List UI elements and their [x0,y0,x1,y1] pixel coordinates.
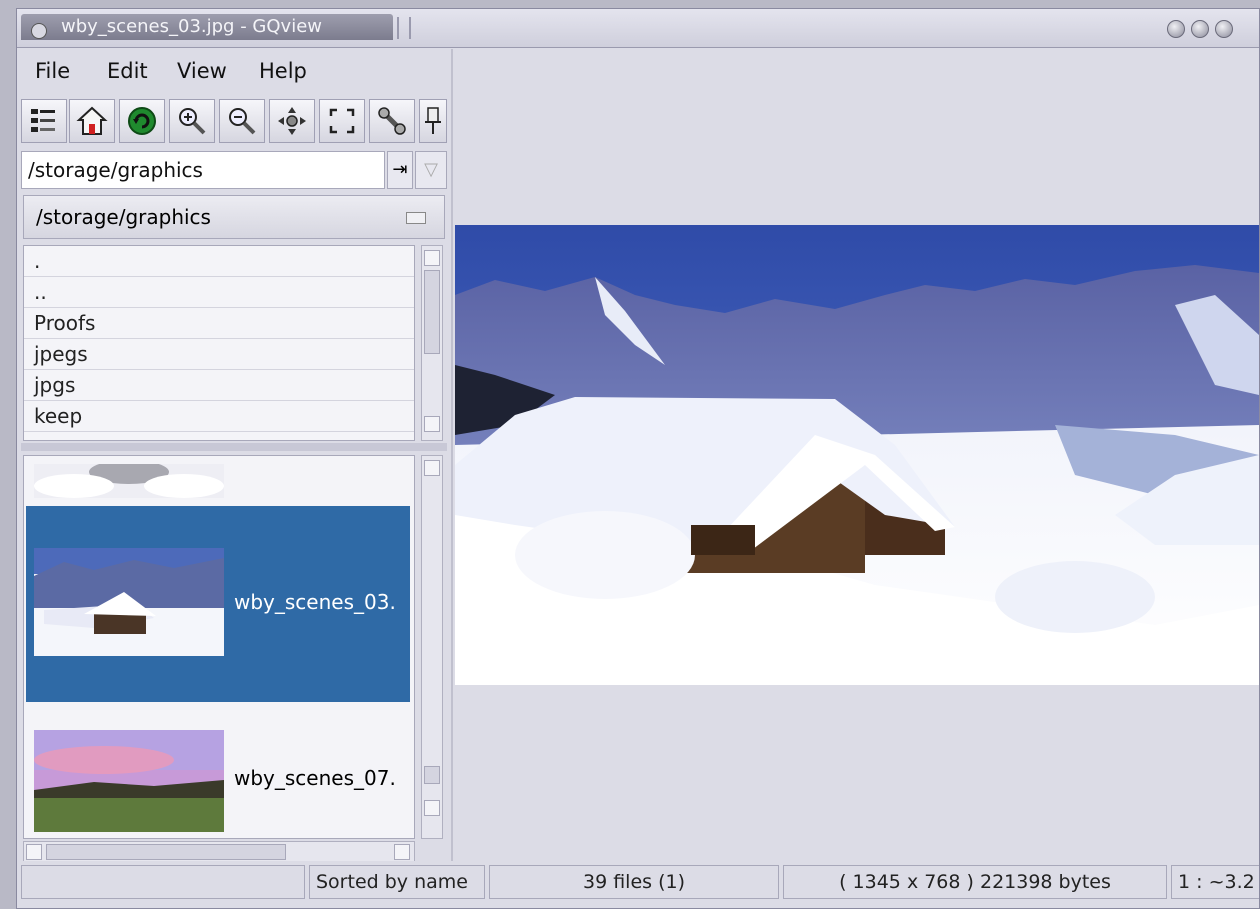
path-go-button[interactable]: ⇥ [387,151,413,189]
horizontal-scrollbar[interactable] [23,841,415,863]
menu-edit[interactable]: Edit [107,59,148,83]
toolbar [21,97,447,147]
thumbnail-image [34,464,224,498]
path-history-dropdown[interactable]: ▽ [415,151,447,189]
dir-list-scrollbar[interactable] [421,245,443,441]
app-window: wby_scenes_03.jpg - GQview File Edit Vie… [16,8,1260,909]
list-item[interactable]: .. [24,277,414,308]
list-item[interactable]: . [24,246,414,277]
list-item[interactable]: jpegs [24,339,414,370]
status-count: 39 files (1) [489,865,779,899]
thumbnail-list[interactable]: wby_scenes_03. wby_scenes_07. [23,455,415,839]
scroll-thumb[interactable] [424,270,440,354]
list-item[interactable]: keep [24,401,414,432]
config-icon [378,107,406,135]
image-viewer[interactable] [451,49,1259,861]
maximize-icon[interactable] [1191,20,1209,38]
zoom-fit-button[interactable] [269,99,315,143]
directory-list[interactable]: . .. Proofs jpegs jpgs keep [23,245,415,441]
title-bar[interactable]: wby_scenes_03.jpg - GQview [17,9,1259,48]
refresh-icon [128,107,156,135]
window-title-tab[interactable]: wby_scenes_03.jpg - GQview [21,14,393,40]
scroll-thumb[interactable] [424,766,440,784]
status-bar: Sorted by name 39 files (1) ( 1345 x 768… [17,861,1259,905]
fullscreen-button[interactable] [319,99,365,143]
zoom-fit-icon [278,107,306,135]
minimize-icon[interactable] [1167,20,1185,38]
float-icon [425,107,441,134]
thumbnail-image [34,548,224,656]
fullscreen-icon [329,108,355,134]
thumbnail-row-selected[interactable]: wby_scenes_03. [26,506,410,702]
thumbnail-name: wby_scenes_07. [234,766,396,790]
menu-bar: File Edit View Help [21,53,447,91]
title-grip [397,17,411,39]
zoom-out-icon [229,108,256,135]
scroll-down-arrow[interactable] [424,800,440,816]
scroll-right-arrow[interactable] [394,844,410,860]
float-button[interactable] [419,99,447,143]
refresh-button[interactable] [119,99,165,143]
thumbnail-row[interactable]: wby_scenes_07. [26,708,410,836]
scroll-up-arrow[interactable] [424,250,440,266]
dir-list-header[interactable]: /storage/graphics [23,195,445,239]
pane-splitter[interactable] [21,443,447,451]
thumbnail-scrollbar[interactable] [421,455,443,839]
scroll-left-arrow[interactable] [26,844,42,860]
home-icon [76,106,108,135]
zoom-in-icon [179,108,206,135]
path-bar: ⇥ ▽ [21,149,447,191]
list-item[interactable]: jpgs [24,370,414,401]
thumbnails-toggle-button[interactable] [21,99,67,143]
thumbnail-name: wby_scenes_03. [234,590,396,614]
config-button[interactable] [369,99,415,143]
status-zoom: 1 : ~3.2 [1171,865,1259,899]
thumbnail-row[interactable] [26,458,410,502]
menu-file[interactable]: File [35,59,70,83]
scroll-down-arrow[interactable] [424,416,440,432]
thumbnails-toggle-icon [31,109,55,132]
dir-header-label: /storage/graphics [36,205,211,229]
dir-header-button[interactable] [406,212,426,224]
window-menu-icon[interactable] [31,23,47,39]
menu-help[interactable]: Help [259,59,307,83]
scroll-thumb[interactable] [46,844,286,860]
main-image[interactable] [455,225,1259,685]
zoom-out-button[interactable] [219,99,265,143]
window-title: wby_scenes_03.jpg - GQview [61,16,322,37]
thumbnail-image [34,730,224,832]
home-button[interactable] [69,99,115,143]
zoom-in-button[interactable] [169,99,215,143]
list-item[interactable]: Proofs [24,308,414,339]
status-info: ( 1345 x 768 ) 221398 bytes [783,865,1167,899]
status-sort[interactable]: Sorted by name [309,865,485,899]
scroll-up-arrow[interactable] [424,460,440,476]
path-input[interactable] [21,151,385,189]
status-empty [21,865,305,899]
menu-view[interactable]: View [177,59,227,83]
close-icon[interactable] [1215,20,1233,38]
